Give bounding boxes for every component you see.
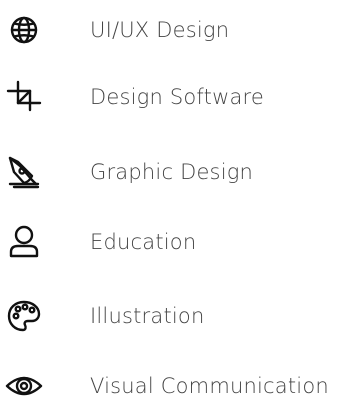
item-label: UI/UX Design [90, 18, 230, 42]
item-label: Illustration [90, 304, 205, 328]
list-item-graphic-design: Graphic Design [0, 142, 362, 202]
list-item-design-software: Design Software [0, 67, 362, 127]
item-label: Graphic Design [90, 160, 254, 184]
list-item-ui-ux-design: UI/UX Design [0, 0, 362, 60]
item-label: Education [90, 230, 197, 254]
skills-list: UI/UX Design Design Software Graphic Des… [0, 0, 362, 402]
item-label: Visual Communication [90, 374, 329, 398]
list-item-education: Education [0, 212, 362, 272]
list-item-visual-communication: Visual Communication [0, 356, 362, 416]
user-icon [4, 222, 44, 262]
item-label: Design Software [90, 85, 265, 109]
eye-icon [4, 366, 44, 406]
crop-icon [4, 77, 44, 117]
pen-nib-icon [4, 152, 44, 192]
list-item-illustration: Illustration [0, 286, 362, 346]
globe-icon [4, 10, 44, 50]
palette-icon [4, 296, 44, 336]
